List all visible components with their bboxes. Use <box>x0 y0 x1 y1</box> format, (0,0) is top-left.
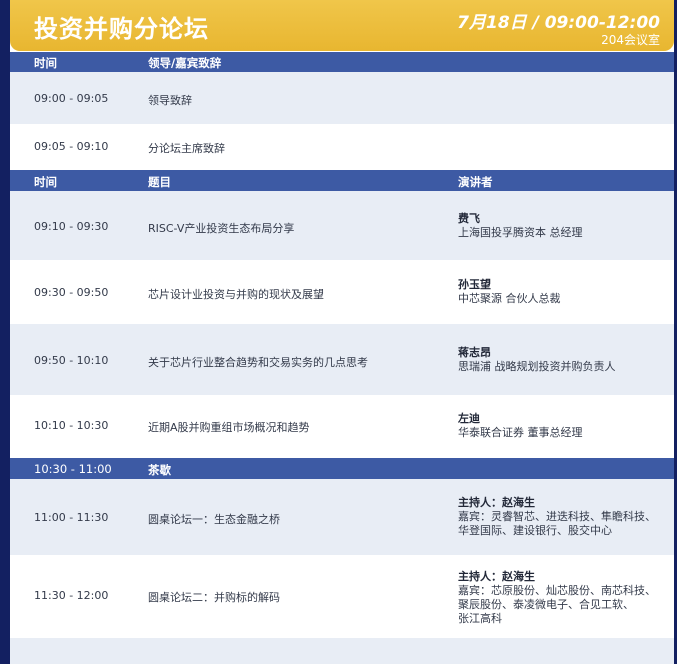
row-topic: 领导致辞 <box>148 94 192 107</box>
column-header-time: 时间 <box>34 175 57 189</box>
table-row: 09:50 - 10:10 关于芯片行业整合趋势和交易实务的几点思考 蒋志昂 思… <box>10 324 674 395</box>
panel-guests: 聚辰股份、泰凌微电子、合见工软、 <box>458 598 634 611</box>
row-time: 09:10 - 09:30 <box>34 220 109 233</box>
row-topic: 芯片设计业投资与并购的现状及展望 <box>148 288 324 301</box>
event-room: 204会议室 <box>601 33 660 47</box>
speaker-info: 费飞 上海国投孚腾资本 总经理 <box>458 212 583 240</box>
break-label: 茶歇 <box>148 463 171 477</box>
table-row: 09:10 - 09:30 RISC-V产业投资生态布局分享 费飞 上海国投孚腾… <box>10 191 674 260</box>
event-datetime: 7月18日 / 09:00-12:00 <box>457 13 660 33</box>
break-time: 10:30 - 11:00 <box>34 462 112 476</box>
speaker-info: 孙玉望 中芯聚源 合伙人总裁 <box>458 278 561 306</box>
panel-guests: 嘉宾：芯原股份、灿芯股份、南芯科技、 <box>458 584 656 597</box>
speaker-info: 左迪 华泰联合证券 董事总经理 <box>458 412 583 440</box>
agenda-card: 投资并购分论坛 7月18日 / 09:00-12:00 204会议室 时间 领导… <box>10 0 674 664</box>
section-header-talks: 时间 题目 演讲者 <box>10 170 674 191</box>
row-time: 11:00 - 11:30 <box>34 511 109 524</box>
speaker-name: 左迪 <box>458 412 480 425</box>
row-topic: 近期A股并购重组市场概况和趋势 <box>148 421 310 434</box>
panel-info: 主持人：赵海生 嘉宾：芯原股份、灿芯股份、南芯科技、 聚辰股份、泰凌微电子、合见… <box>458 570 656 626</box>
row-topic: 分论坛主席致辞 <box>148 142 225 155</box>
row-time: 09:05 - 09:10 <box>34 140 109 153</box>
moderator: 主持人：赵海生 <box>458 496 535 509</box>
column-header-speaker: 演讲者 <box>458 175 493 189</box>
row-time: 09:50 - 10:10 <box>34 354 109 367</box>
table-row: 09:30 - 09:50 芯片设计业投资与并购的现状及展望 孙玉望 中芯聚源 … <box>10 260 674 324</box>
column-header-time: 时间 <box>34 56 57 70</box>
speaker-title: 上海国投孚腾资本 总经理 <box>458 226 583 239</box>
speaker-info: 蒋志昂 思瑞浦 战略规划投资并购负责人 <box>458 346 616 374</box>
row-topic: 关于芯片行业整合趋势和交易实务的几点思考 <box>148 356 368 369</box>
row-time: 09:30 - 09:50 <box>34 286 109 299</box>
speaker-name: 费飞 <box>458 212 480 225</box>
row-time: 11:30 - 12:00 <box>34 589 109 602</box>
column-header-topic: 领导/嘉宾致辞 <box>148 56 222 70</box>
panel-guests: 华登国际、建设银行、股交中心 <box>458 524 612 537</box>
table-row: 10:10 - 10:30 近期A股并购重组市场概况和趋势 左迪 华泰联合证券 … <box>10 395 674 458</box>
agenda-header: 投资并购分论坛 7月18日 / 09:00-12:00 204会议室 <box>10 0 674 51</box>
row-topic: 圆桌论坛一：生态金融之桥 <box>148 513 280 526</box>
section-header-opening: 时间 领导/嘉宾致辞 <box>10 52 674 72</box>
table-row <box>10 638 674 664</box>
row-topic: RISC-V产业投资生态布局分享 <box>148 222 295 235</box>
row-time: 09:00 - 09:05 <box>34 92 109 105</box>
speaker-name: 蒋志昂 <box>458 346 491 359</box>
table-row: 11:30 - 12:00 圆桌论坛二：并购标的解码 主持人：赵海生 嘉宾：芯原… <box>10 555 674 638</box>
table-row: 09:05 - 09:10 分论坛主席致辞 <box>10 124 674 170</box>
row-time: 10:10 - 10:30 <box>34 419 109 432</box>
speaker-name: 孙玉望 <box>458 278 491 291</box>
panel-guests: 张江高科 <box>458 612 502 625</box>
speaker-title: 思瑞浦 战略规划投资并购负责人 <box>458 360 616 373</box>
speaker-title: 华泰联合证券 董事总经理 <box>458 426 583 439</box>
row-topic: 圆桌论坛二：并购标的解码 <box>148 591 280 604</box>
forum-title: 投资并购分论坛 <box>34 15 209 43</box>
break-row: 10:30 - 11:00 茶歇 <box>10 458 674 479</box>
moderator: 主持人：赵海生 <box>458 570 535 583</box>
column-header-topic: 题目 <box>148 175 171 189</box>
table-row: 11:00 - 11:30 圆桌论坛一：生态金融之桥 主持人：赵海生 嘉宾：灵睿… <box>10 479 674 555</box>
panel-info: 主持人：赵海生 嘉宾：灵睿智芯、进迭科技、隼瞻科技、 华登国际、建设银行、股交中… <box>458 496 656 538</box>
speaker-title: 中芯聚源 合伙人总裁 <box>458 292 561 305</box>
panel-guests: 嘉宾：灵睿智芯、进迭科技、隼瞻科技、 <box>458 510 656 523</box>
table-row: 09:00 - 09:05 领导致辞 <box>10 72 674 124</box>
